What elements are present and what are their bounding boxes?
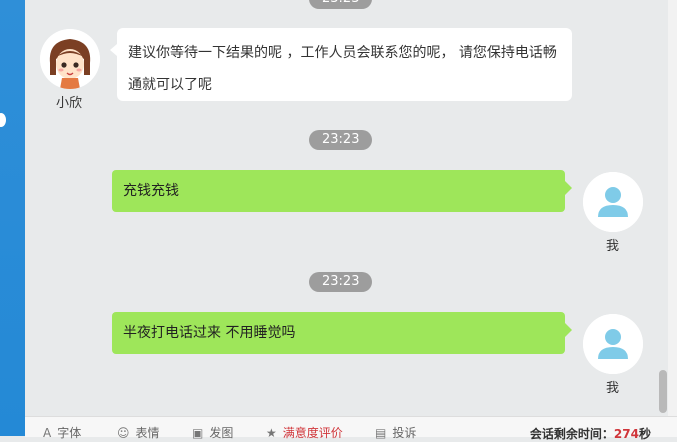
font-button[interactable]: A 字体 (43, 425, 81, 441)
user-avatar (583, 314, 643, 374)
complaint-icon: ▤ (375, 426, 387, 440)
user-silhouette-icon (583, 172, 643, 232)
user-message-text: 充钱充钱 (123, 183, 179, 199)
font-icon: A (43, 426, 52, 440)
user-name: 我 (606, 381, 620, 396)
chat-scrollbar[interactable] (659, 0, 677, 416)
rating-button[interactable]: ★ 满意度评价 (266, 425, 343, 441)
timer-value: 274 (613, 427, 639, 441)
complaint-label: 投诉 (392, 426, 417, 440)
agent-message-bubble: 建议你等待一下结果的呢 ，工作人员会联系您的呢， 请您保持电话畅通就可以了呢 (110, 28, 572, 101)
session-timer: 会话剩余时间：274秒 (530, 425, 651, 442)
agent-avatar (40, 29, 100, 89)
panel-edge-glyph (0, 113, 6, 127)
user-avatar (583, 172, 643, 232)
rating-label: 满意度评价 (282, 426, 343, 440)
agent-message-text: 建议你等待一下结果的呢 ，工作人员会联系您的呢， 请您保持电话畅通就可以了呢 (128, 45, 557, 93)
chat-area[interactable]: 23:23 小欣 建议你等待一下结果的呢 ，工作人员会联系您的呢， 请您保持电话… (25, 0, 668, 416)
font-label: 字体 (57, 426, 82, 440)
user-message-text: 半夜打电话过来 不用睡觉吗 (123, 325, 296, 341)
timer-unit: 秒 (638, 427, 651, 441)
left-panel-edge (0, 0, 25, 436)
timestamp: 23:23 (309, 272, 373, 292)
user-silhouette-icon (583, 314, 643, 374)
input-toolbar: A 字体 ☺ 表情 ▣ 发图 ★ 满意度评价 ▤ 投诉 会话剩余时间：274秒 (25, 416, 677, 441)
agent-name: 小欣 (56, 96, 83, 111)
star-icon: ★ (266, 426, 277, 440)
user-message-bubble: 充钱充钱 (112, 170, 572, 212)
emoji-button[interactable]: ☺ 表情 (117, 425, 160, 441)
timestamp: 23:23 (309, 130, 373, 150)
emoji-label: 表情 (135, 426, 160, 440)
complaint-button[interactable]: ▤ 投诉 (375, 425, 416, 441)
timestamp: 23:23 (309, 0, 373, 9)
girl-avatar-icon (40, 29, 100, 89)
smiley-icon: ☺ (117, 426, 130, 440)
timer-label: 会话剩余时间： (529, 427, 614, 441)
send-image-button[interactable]: ▣ 发图 (192, 425, 233, 441)
image-icon: ▣ (192, 426, 204, 440)
user-name: 我 (606, 239, 620, 254)
send-image-label: 发图 (209, 426, 234, 440)
scrollbar-thumb[interactable] (659, 370, 667, 413)
user-message-bubble: 半夜打电话过来 不用睡觉吗 (112, 312, 572, 354)
